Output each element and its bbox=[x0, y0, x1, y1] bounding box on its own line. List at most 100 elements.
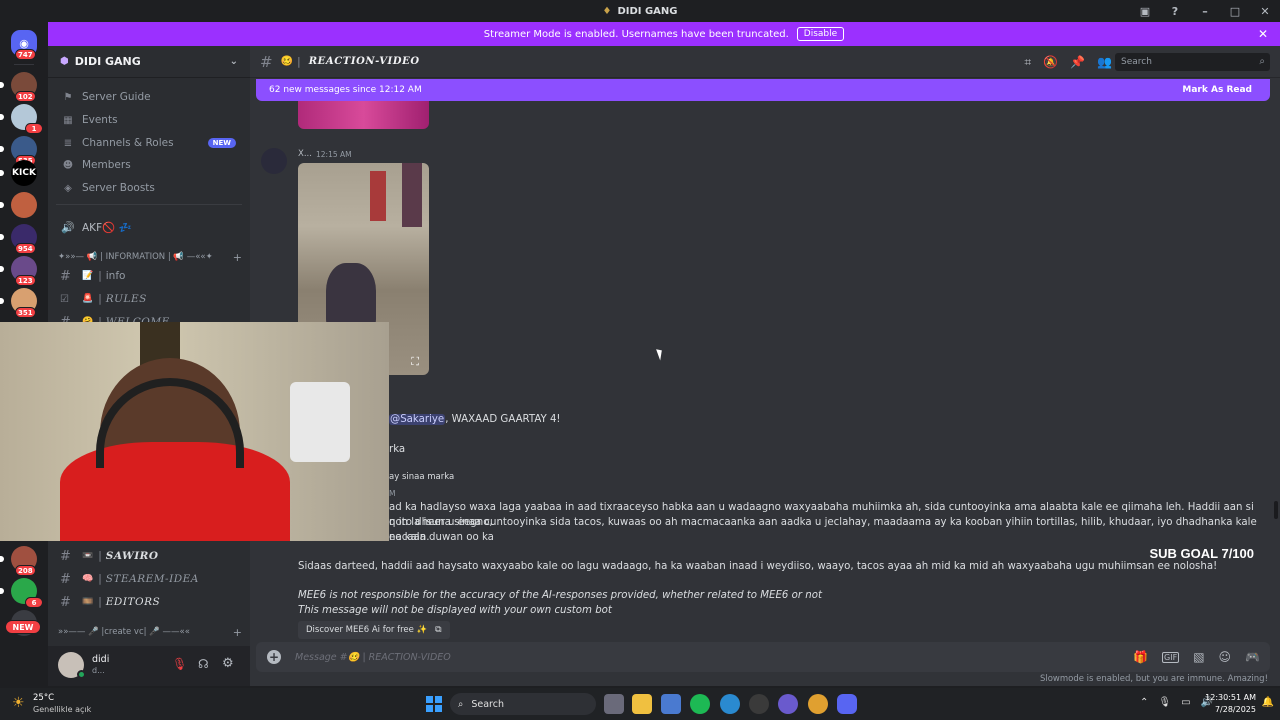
new-messages-bar[interactable]: 62 new messages since 12:12 AM Mark As R… bbox=[256, 79, 1270, 101]
threads-icon[interactable]: ⌗ bbox=[1024, 55, 1031, 70]
discover-mee6-button[interactable]: Discover MEE6 Ai for free ✨ ⧉ bbox=[298, 621, 450, 639]
close-window-button[interactable]: ✕ bbox=[1250, 5, 1280, 18]
server-icon[interactable]: 102 bbox=[0, 72, 37, 102]
server-avatar bbox=[11, 192, 37, 218]
list-icon: ≣ bbox=[63, 137, 73, 149]
taskbar-date[interactable]: 7/28/2025 bbox=[1215, 705, 1256, 714]
sticker-icon[interactable]: ▧ bbox=[1193, 650, 1204, 664]
category-information[interactable]: ✦»»— 📢 | INFORMATION | 📢 —««✦ + bbox=[58, 249, 244, 265]
server-icon[interactable] bbox=[0, 192, 37, 218]
user-status: d... bbox=[92, 666, 105, 675]
notification-bell-icon[interactable]: 🔔 bbox=[1262, 697, 1274, 708]
scrollbar[interactable] bbox=[1274, 501, 1278, 519]
kick-logo: KICK bbox=[11, 160, 37, 186]
members-list-icon[interactable]: 👥 bbox=[1097, 55, 1112, 69]
add-attachment-icon[interactable]: + bbox=[267, 650, 281, 664]
mark-as-read-button[interactable]: Mark As Read bbox=[1182, 85, 1252, 95]
close-icon[interactable]: ✕ bbox=[1258, 27, 1268, 41]
nav-members[interactable]: ☻ Members bbox=[56, 155, 246, 175]
taskbar-search[interactable]: ⌕ Search bbox=[450, 693, 596, 715]
gear-icon[interactable]: ⚙ bbox=[222, 656, 234, 671]
divider bbox=[56, 204, 242, 205]
unread-badge: 747 bbox=[15, 49, 36, 60]
fullscreen-icon[interactable]: ⛶ bbox=[411, 355, 419, 369]
avatar[interactable] bbox=[261, 148, 287, 174]
disclaimer-text: MEE6 is not responsible for the accuracy… bbox=[298, 590, 822, 601]
nav-label: Channels & Roles bbox=[82, 137, 174, 149]
emoji-icon[interactable]: ☺ bbox=[1219, 650, 1232, 664]
game-controller-icon[interactable]: 🎮 bbox=[1245, 650, 1260, 664]
kick-server-icon[interactable]: KICK bbox=[0, 160, 37, 186]
voice-channel[interactable]: 🔊 AKF🚫 💤 bbox=[56, 217, 246, 237]
app-icon[interactable] bbox=[778, 694, 798, 714]
message-composer[interactable]: + Message #🥴 | REACTION-VIDEO 🎁 GIF ▧ ☺ … bbox=[256, 642, 1270, 672]
new-server-icon[interactable]: NEW bbox=[5, 610, 41, 636]
unread-badge: 102 bbox=[15, 91, 36, 102]
inbox-icon[interactable]: ▣ bbox=[1130, 5, 1160, 18]
category-create-vc[interactable]: »»—— 🎤 |create vc| 🎤 ——«« + bbox=[58, 624, 244, 640]
channel-info[interactable]: # 📝 | info bbox=[56, 266, 246, 286]
server-icon[interactable]: 6 bbox=[0, 578, 43, 608]
channel-separator: | bbox=[98, 293, 102, 305]
add-channel-icon[interactable]: + bbox=[233, 251, 242, 264]
task-view-icon[interactable] bbox=[604, 694, 624, 714]
obs-icon[interactable] bbox=[749, 694, 769, 714]
headphones-icon[interactable]: ☊ bbox=[198, 657, 209, 671]
message-author[interactable]: X... bbox=[298, 149, 312, 159]
gif-icon[interactable]: GIF bbox=[1162, 651, 1180, 663]
home-button[interactable]: ◉ 747 bbox=[11, 30, 37, 60]
notifications-muted-icon[interactable]: 🔕 bbox=[1043, 55, 1058, 69]
image-attachment[interactable] bbox=[298, 101, 429, 129]
message-input-placeholder[interactable]: Message #🥴 | REACTION-VIDEO bbox=[295, 652, 451, 663]
weather-temp[interactable]: 25°C bbox=[33, 693, 54, 703]
voice-channel-label: AKF🚫 💤 bbox=[82, 221, 132, 234]
server-icon[interactable]: 954 bbox=[0, 224, 37, 254]
maximize-button[interactable]: □ bbox=[1220, 5, 1250, 18]
nav-channels-roles[interactable]: ≣ Channels & Roles NEW bbox=[56, 133, 246, 153]
user-mention[interactable]: @Sakariye bbox=[389, 414, 446, 425]
channel-separator: | bbox=[98, 270, 102, 282]
server-icon[interactable]: 123 bbox=[0, 256, 37, 286]
taskbar-time[interactable]: 12:30:51 AM bbox=[1205, 693, 1256, 702]
microsoft-store-icon[interactable] bbox=[661, 694, 681, 714]
pin-icon[interactable]: 📌 bbox=[1070, 55, 1085, 69]
disable-streamer-mode-button[interactable]: Disable bbox=[796, 27, 845, 41]
channel-emoji: 🚨 bbox=[82, 294, 94, 304]
server-icon[interactable]: 208 bbox=[0, 546, 37, 576]
channel-sawiro[interactable]: # 📼 | SAWIRO bbox=[56, 546, 246, 566]
channel-rules[interactable]: ☑ 🚨 | RULES bbox=[56, 289, 246, 309]
spotify-icon[interactable] bbox=[690, 694, 710, 714]
server-header[interactable]: ⬢ DIDI GANG ⌄ bbox=[48, 46, 250, 78]
file-explorer-icon[interactable] bbox=[632, 694, 652, 714]
server-icon[interactable]: 535 bbox=[0, 136, 37, 166]
display-icon[interactable]: ▭ bbox=[1181, 697, 1190, 708]
weather-desc[interactable]: Genellikle açık bbox=[33, 705, 91, 714]
message-fragment: rka bbox=[389, 444, 406, 455]
chevron-up-icon[interactable]: ⌃ bbox=[1140, 697, 1148, 708]
nav-server-boosts[interactable]: ◈ Server Boosts bbox=[56, 178, 246, 198]
windows-start-icon[interactable] bbox=[426, 696, 442, 712]
mic-muted-icon[interactable]: 🎙 bbox=[172, 657, 187, 671]
nav-events[interactable]: ▦ Events bbox=[56, 110, 246, 130]
channel-editors[interactable]: # 🎞️ | EDITORS bbox=[56, 592, 246, 612]
help-icon[interactable]: ? bbox=[1160, 5, 1190, 18]
search-input[interactable]: Search ⌕ bbox=[1115, 53, 1270, 71]
server-icon[interactable]: 351 bbox=[0, 288, 37, 318]
microphone-icon[interactable]: 🎙 bbox=[1158, 697, 1171, 708]
streamer-mode-text: Streamer Mode is enabled. Usernames have… bbox=[483, 28, 789, 40]
server-icon[interactable]: 1 bbox=[0, 104, 43, 134]
channel-emoji: 🥴 bbox=[280, 56, 294, 67]
weather-icon[interactable]: ☀ bbox=[12, 695, 25, 711]
channel-label: STEAREM-IDEA bbox=[105, 573, 199, 585]
channel-stearem-idea[interactable]: # 🧠 | STEAREM-IDEA bbox=[56, 569, 246, 589]
nav-server-guide[interactable]: ⚑ Server Guide bbox=[56, 87, 246, 107]
edge-icon[interactable] bbox=[720, 694, 740, 714]
webcam-overlay bbox=[0, 322, 389, 541]
add-channel-icon[interactable]: + bbox=[233, 626, 242, 639]
chrome-icon[interactable] bbox=[808, 694, 828, 714]
gift-icon[interactable]: 🎁 bbox=[1133, 650, 1148, 664]
discord-icon[interactable] bbox=[837, 694, 857, 714]
webcam-chair bbox=[290, 382, 350, 462]
channel-emoji: 📝 bbox=[82, 271, 94, 281]
minimize-button[interactable]: – bbox=[1190, 5, 1220, 18]
